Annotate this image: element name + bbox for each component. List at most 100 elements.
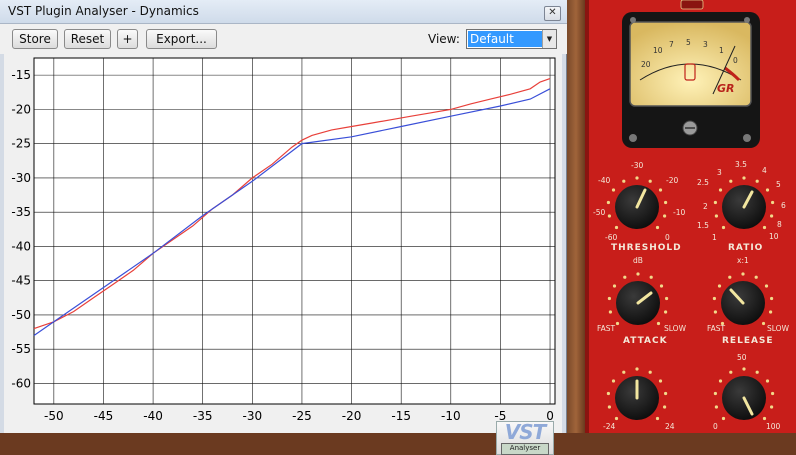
knob-scale-dot xyxy=(663,214,667,218)
ratio-unit: x:1 xyxy=(737,256,749,265)
threshold-scale-10: -10 xyxy=(673,208,686,217)
x-tick-label: -10 xyxy=(441,409,461,423)
ratio-knob[interactable] xyxy=(722,185,766,229)
ratio-scale-2: 2 xyxy=(703,202,708,211)
knob-scale-dot xyxy=(607,214,611,218)
threshold-scale-max: 0 xyxy=(665,233,670,242)
knob-scale-dot xyxy=(622,179,626,183)
knob-scale-dot xyxy=(665,296,669,301)
y-tick-label: -60 xyxy=(11,376,31,390)
x-tick-label: -40 xyxy=(143,409,163,423)
threshold-scale-min: -60 xyxy=(605,233,618,242)
y-tick-label: -55 xyxy=(11,342,31,356)
knob-scale-dot xyxy=(729,370,733,374)
logo-subtext: Analyser xyxy=(501,443,549,455)
knob-scale-dot xyxy=(713,310,717,314)
add-button[interactable]: + xyxy=(117,29,138,49)
output-gain-min-label: 0 xyxy=(713,422,718,431)
knob-scale-dot xyxy=(663,405,667,409)
knob-scale-dot xyxy=(649,275,653,279)
threshold-scale-50: -50 xyxy=(593,208,606,217)
output-gain-mid-label: 50 xyxy=(737,353,747,362)
knob-scale-dot xyxy=(755,370,759,374)
y-tick-label: -35 xyxy=(11,205,31,219)
x-tick-label: -50 xyxy=(44,409,64,423)
logo-text: VST xyxy=(504,420,547,444)
meter-scale-3: 3 xyxy=(703,40,708,49)
release-knob[interactable] xyxy=(721,281,765,325)
output-gain-knob[interactable] xyxy=(722,376,766,420)
knob-scale-dot xyxy=(614,416,619,421)
release-min-label: FAST xyxy=(707,324,726,333)
y-tick-label: -30 xyxy=(11,171,31,185)
x-tick-label: -20 xyxy=(342,409,362,423)
knob-scale-dot xyxy=(648,179,652,183)
reset-button[interactable]: Reset xyxy=(64,29,111,49)
knob-scale-dot xyxy=(764,284,769,288)
knob-scale-dot xyxy=(714,405,718,409)
input-gain-max-label: 24 xyxy=(665,422,675,431)
knob-scale-dot xyxy=(656,321,661,326)
toolbar: Store Reset + Export... View: Default ▼ xyxy=(0,24,567,54)
plot-area xyxy=(33,57,556,405)
knob-scale-dot xyxy=(721,225,726,230)
ratio-scale-3-5: 3.5 xyxy=(735,160,747,169)
knob-scale-dot xyxy=(761,321,766,326)
meter-scale-5: 5 xyxy=(686,38,691,47)
knob-scale-dot xyxy=(728,275,732,279)
knob-scale-dot xyxy=(754,275,758,279)
meter-gr-label: GR xyxy=(717,82,735,95)
knob-scale-dot xyxy=(607,296,611,301)
knob-scale-dot xyxy=(664,391,668,396)
knob-scale-dot xyxy=(655,416,660,421)
ratio-scale-2-5: 2.5 xyxy=(697,178,709,187)
knob-scale-dot xyxy=(713,200,717,205)
knob-scale-dot xyxy=(658,188,663,192)
title-bar[interactable]: VST Plugin Analyser - Dynamics ✕ xyxy=(0,0,567,24)
view-dropdown[interactable]: Default ▼ xyxy=(466,29,557,49)
knob-scale-dot xyxy=(636,272,640,276)
knob-scale-dot xyxy=(770,214,774,218)
output-gain-max-label: 100 xyxy=(766,422,781,431)
knob-scale-dot xyxy=(765,379,770,383)
x-tick-label: -30 xyxy=(243,409,263,423)
y-tick-label: -15 xyxy=(11,68,31,82)
knob-scale-dot xyxy=(717,284,722,288)
dynamics-chart: -50 -45 -40 -35 -30 -25 -20 -15 -10 -5 0 -15 -20 -25 -… xyxy=(11,57,556,423)
knob-scale-dot xyxy=(771,200,775,205)
ratio-scale-5: 5 xyxy=(776,180,781,189)
input-gain-knob[interactable] xyxy=(615,376,659,420)
window-gap xyxy=(567,0,585,433)
attack-knob[interactable] xyxy=(616,281,660,325)
input-gain-min-label: -24 xyxy=(603,422,616,431)
attack-max-label: SLOW xyxy=(664,324,686,333)
threshold-knob[interactable] xyxy=(615,185,659,229)
knob-scale-dot xyxy=(762,416,767,421)
knob-scale-dot xyxy=(635,367,639,371)
meter-scale-7: 7 xyxy=(669,40,674,49)
x-tick-label: -45 xyxy=(94,409,114,423)
close-button[interactable]: ✕ xyxy=(544,6,561,21)
chevron-down-icon[interactable]: ▼ xyxy=(542,30,556,48)
release-title: RELEASE xyxy=(722,336,774,346)
knob-scale-dot xyxy=(718,379,723,383)
knob-scale-dot xyxy=(721,416,726,421)
meter-scale-10: 10 xyxy=(653,46,663,55)
view-selected-value: Default xyxy=(468,31,544,47)
window-title: VST Plugin Analyser - Dynamics xyxy=(8,4,199,18)
ratio-scale-1: 1 xyxy=(712,233,717,242)
knob-scale-dot xyxy=(658,379,663,383)
knob-scale-dot xyxy=(762,225,767,230)
threshold-scale-30: -30 xyxy=(631,161,644,170)
store-button[interactable]: Store xyxy=(12,29,58,49)
knob-scale-dot xyxy=(612,284,617,288)
knob-scale-dot xyxy=(769,310,773,314)
knob-scale-dot xyxy=(635,176,639,180)
threshold-title: THRESHOLD xyxy=(611,243,682,253)
x-tick-label: -35 xyxy=(193,409,213,423)
knob-scale-dot xyxy=(755,179,759,183)
knob-scale-dot xyxy=(770,405,774,409)
knob-scale-dot xyxy=(765,188,770,192)
export-button[interactable]: Export... xyxy=(146,29,217,49)
meter-scale-1: 1 xyxy=(719,46,724,55)
